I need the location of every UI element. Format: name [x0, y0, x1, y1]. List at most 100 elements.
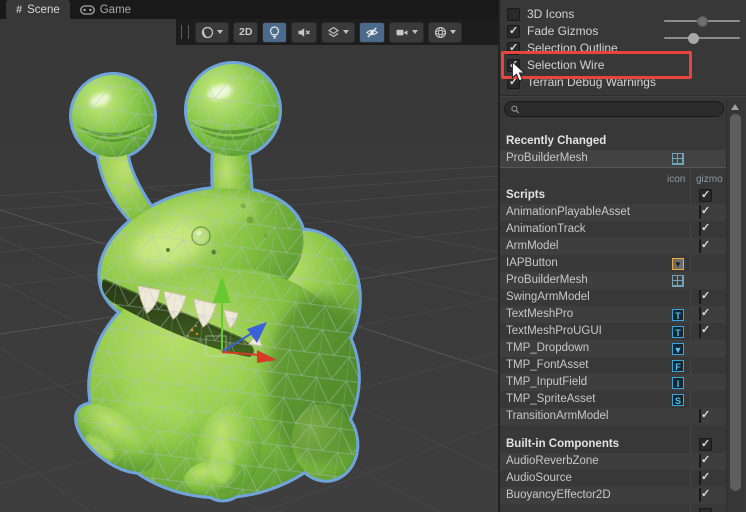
toolbar-drag-handle[interactable] — [181, 25, 189, 39]
list-item[interactable]: TransitionArmModel — [500, 408, 726, 425]
scripts-gizmo-checkbox[interactable] — [699, 188, 712, 202]
component-name: ArmModel — [506, 240, 559, 252]
recently-changed-header: Recently Changed — [506, 135, 607, 147]
gizmo-checkbox[interactable] — [699, 307, 701, 321]
component-icon[interactable] — [671, 291, 685, 305]
list-item[interactable]: TMP_SpriteAsset S — [500, 391, 726, 408]
list-item[interactable]: SwingArmModel — [500, 289, 726, 306]
search-input[interactable] — [523, 103, 717, 115]
list-item[interactable]: TextMeshProUGUI T — [500, 323, 726, 340]
component-name: AnimationPlayableAsset — [506, 206, 631, 218]
component-icon[interactable]: T — [671, 308, 685, 322]
component-icon[interactable]: ▼ — [671, 342, 685, 356]
component-name: TextMeshProUGUI — [506, 325, 602, 337]
component-icon[interactable] — [671, 152, 685, 166]
selection-wire-highlight — [501, 51, 692, 79]
component-icon[interactable]: I — [671, 376, 685, 390]
option-label: Fade Gizmos — [527, 24, 599, 38]
component-icon[interactable] — [671, 274, 685, 288]
component-name: TMP_SpriteAsset — [506, 393, 596, 405]
gizmos-panel: 3D Icons Fade Gizmos Selection Outline S… — [500, 0, 746, 512]
component-icon[interactable]: T — [671, 325, 685, 339]
component-icon[interactable] — [671, 206, 685, 220]
3d-icons-checkbox[interactable] — [507, 8, 520, 21]
component-icon[interactable] — [671, 240, 685, 254]
component-icon[interactable] — [671, 455, 685, 469]
component-name: TransitionArmModel — [506, 410, 609, 422]
chevron-down-icon — [450, 30, 457, 34]
icon-column-header: icon — [667, 174, 686, 185]
scrollbar-up-arrow-icon[interactable] — [731, 104, 739, 110]
component-icon[interactable]: ▼ — [671, 257, 685, 271]
scripts-header-label: Scripts — [506, 189, 545, 201]
component-icon[interactable] — [671, 410, 685, 424]
list-item[interactable]: AnimationPlayableAsset — [500, 204, 726, 221]
gizmo-column-header: gizmo — [696, 174, 723, 185]
gizmo-checkbox[interactable] — [699, 454, 701, 468]
option-3d-icons[interactable]: 3D Icons — [500, 7, 746, 27]
scrollbar-thumb[interactable] — [730, 114, 741, 491]
gizmo-checkbox[interactable] — [699, 409, 701, 423]
effects-button[interactable] — [321, 21, 356, 43]
shaded-sphere-icon — [201, 26, 214, 38]
gizmo-checkbox[interactable] — [699, 239, 701, 253]
list-item[interactable]: TMP_FontAsset F — [500, 357, 726, 374]
component-icon[interactable]: F — [671, 359, 685, 373]
list-item[interactable]: ProBuilderMesh — [500, 272, 726, 289]
builtin-gizmo-checkbox[interactable] — [699, 437, 712, 451]
gizmo-checkbox[interactable] — [699, 324, 701, 338]
tab-game-label: Game — [99, 3, 132, 16]
component-name: TMP_FontAsset — [506, 359, 589, 371]
panel-scrollbar[interactable] — [726, 100, 743, 512]
axis-sphere-icon — [435, 26, 447, 38]
chevron-down-icon — [343, 30, 350, 34]
component-icon[interactable] — [671, 223, 685, 237]
list-item[interactable]: TMP_InputField I — [500, 374, 726, 391]
list-item[interactable]: BuoyancyEffector2D — [500, 487, 726, 504]
speaker-muted-icon — [298, 27, 311, 37]
component-icon[interactable]: S — [671, 393, 685, 407]
option-label: 3D Icons — [527, 7, 575, 21]
hidden-objects-button[interactable] — [359, 21, 386, 43]
list-item[interactable]: TMP_Dropdown ▼ — [500, 340, 726, 357]
gizmo-checkbox[interactable] — [699, 205, 701, 219]
mouse-cursor — [511, 61, 526, 82]
list-item[interactable]: ProBuilderMesh — [500, 150, 726, 167]
audio-mute-button[interactable] — [291, 21, 318, 43]
fade-gizmos-slider[interactable] — [664, 32, 740, 44]
gizmo-checkbox[interactable] — [699, 290, 701, 304]
list-item[interactable]: AudioReverbZone — [500, 453, 726, 470]
component-icon[interactable] — [671, 472, 685, 486]
component-icon[interactable] — [671, 489, 685, 503]
partial-next-row-checkbox — [699, 508, 712, 512]
chevron-down-icon — [412, 30, 419, 34]
component-name: AudioSource — [506, 472, 572, 484]
3d-icons-size-slider[interactable] — [664, 15, 740, 27]
scripts-section-header: Scripts — [500, 187, 726, 204]
list-item[interactable]: IAPButton ▼ — [500, 255, 726, 272]
scene-viewport[interactable]: 2D — [0, 19, 499, 512]
component-name: ProBuilderMesh — [506, 152, 588, 164]
gizmos-button[interactable] — [428, 21, 463, 43]
fade-gizmos-checkbox[interactable] — [507, 24, 520, 38]
gizmo-checkbox[interactable] — [699, 488, 701, 502]
component-name: AnimationTrack — [506, 223, 586, 235]
option-fade-gizmos[interactable]: Fade Gizmos — [500, 24, 746, 44]
list-item[interactable]: AudioSource — [500, 470, 726, 487]
component-name: BuoyancyEffector2D — [506, 489, 611, 501]
list-item[interactable]: AnimationTrack — [500, 221, 726, 238]
list-item[interactable]: TextMeshPro T — [500, 306, 726, 323]
gizmo-checkbox[interactable] — [699, 222, 701, 236]
gizmos-search-field[interactable] — [504, 101, 724, 117]
list-item[interactable]: ArmModel — [500, 238, 726, 255]
scene-lighting-button[interactable] — [262, 21, 288, 43]
tab-game[interactable]: Game — [70, 0, 141, 19]
tab-scene[interactable]: # Scene — [6, 0, 70, 19]
scene-3d-render — [0, 19, 499, 512]
2d-toggle-button[interactable]: 2D — [233, 21, 259, 43]
view-tabbar: # Scene Game — [0, 0, 498, 19]
shading-mode-button[interactable] — [195, 21, 229, 43]
camera-button[interactable] — [389, 21, 425, 43]
gizmo-checkbox[interactable] — [699, 471, 701, 485]
builtin-list: AudioReverbZone AudioSource BuoyancyEffe… — [500, 453, 726, 504]
